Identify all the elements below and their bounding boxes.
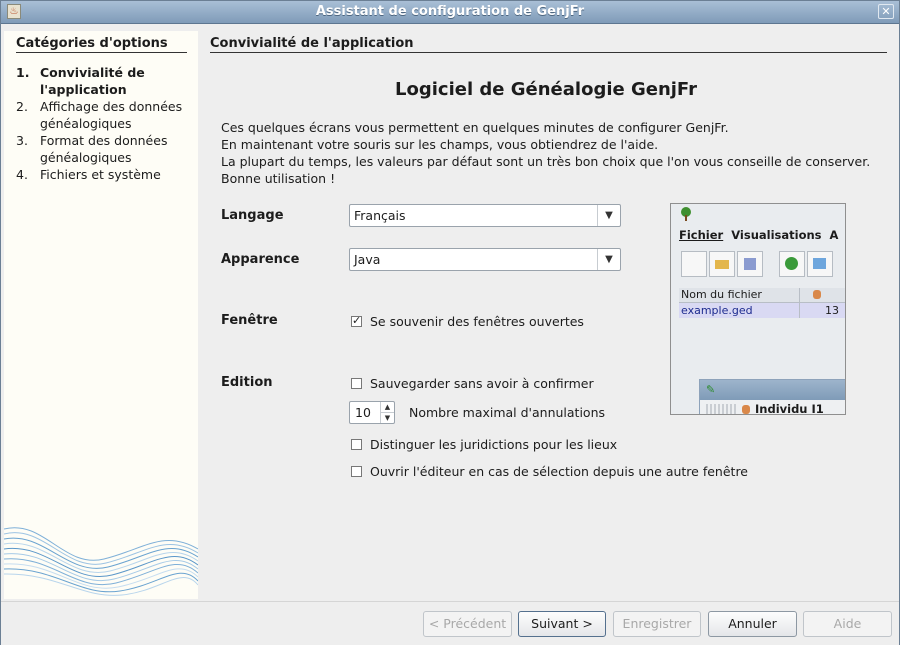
step-4: 4. Fichiers et système [16,167,194,184]
save-icon [737,251,763,277]
undo-value: 10 [355,405,371,420]
window-label: Fenêtre [221,313,278,328]
help-button[interactable]: Aide [803,611,892,637]
page-heading: Logiciel de Généalogie GenjFr [395,79,697,100]
intro-text: Ces quelques écrans vous permettent en q… [221,119,870,187]
preview-table-header: Nom du fichier [679,288,845,303]
undo-stepper[interactable]: 10 ▲ ▼ [349,401,395,424]
open-folder-icon [709,251,735,277]
close-icon[interactable]: ✕ [878,4,894,19]
content-panel: Convivialité de l'application Logiciel d… [206,31,896,599]
sidebar: Catégories d'options 1. Convivialité de … [4,31,198,599]
language-select[interactable]: Français ▼ [349,204,621,227]
step-label: Convivialité de l'application [40,65,145,97]
checkbox-box[interactable]: ✓ [351,314,362,327]
window-title: Assistant de configuration de GenjFr [315,4,585,19]
preview-editor-window: ✎ Individu I1 [699,379,845,415]
stepper-up-icon[interactable]: ▲ [380,402,394,413]
save-without-confirm-checkbox[interactable]: Sauvegarder sans avoir à confirmer [351,376,594,391]
preview-field-row [699,416,844,436]
step-label: Format des données généalogiques [40,133,168,165]
wizard-window: ♨ Assistant de configuration de GenjFr ✕… [0,0,900,645]
step-number: 4. [16,167,28,182]
language-label: Langage [221,208,284,223]
person-icon [742,405,750,414]
menu-item: A [829,228,839,242]
appearance-value: Java [354,252,381,267]
step-3: 3. Format des données généalogiques [16,133,194,166]
preview-table-row: example.ged 13 [679,303,845,318]
step-2: 2. Affichage des données généalogiques [16,99,194,132]
menu-item: Fichier [679,228,724,242]
steps-list: 1. Convivialité de l'application 2. Affi… [16,65,194,185]
checkbox-box[interactable] [351,378,362,389]
step-number: 3. [16,133,28,148]
step-label: Fichiers et système [40,167,161,182]
distinguish-jurisdictions-checkbox[interactable]: Distinguer les juridictions pour les lie… [351,437,617,452]
button-bar: < Précédent Suivant > Enregistrer Annule… [1,601,899,645]
preview-toolbar [679,249,845,279]
editor-title-bar: ✎ [700,380,845,400]
intro-line: Ces quelques écrans vous permettent en q… [221,120,729,135]
preview-menubar: Fichier Visualisations A [679,228,838,242]
edition-label: Edition [221,375,273,390]
count-cell: 13 [825,304,839,317]
globe-icon [779,251,805,277]
checkbox-label: Se souvenir des fenêtres ouvertes [370,314,584,329]
decorative-waves [4,527,198,596]
checkmark-icon: ✓ [352,314,362,327]
editor-title: Individu I1 [755,402,824,415]
column-header: Nom du fichier [681,288,762,301]
next-button[interactable]: Suivant > [518,611,606,637]
pencil-icon: ✎ [706,383,716,396]
checkbox-label: Distinguer les juridictions pour les lie… [370,437,618,452]
stepper-down-icon[interactable]: ▼ [380,413,394,423]
step-number: 2. [16,99,28,114]
previous-button[interactable]: < Précédent [423,611,512,637]
file-name-cell: example.ged [681,304,753,317]
appearance-label: Apparence [221,252,300,267]
appearance-preview: Fichier Visualisations A Nom du fichier [670,203,846,415]
sidebar-title: Catégories d'options [16,36,187,53]
chevron-down-icon[interactable]: ▼ [597,249,620,270]
title-bar[interactable]: ♨ Assistant de configuration de GenjFr ✕ [1,1,899,24]
person-icon [813,290,821,299]
undo-label: Nombre maximal d'annulations [409,405,606,420]
step-1: 1. Convivialité de l'application [16,65,194,98]
window-icon [807,251,833,277]
cancel-button[interactable]: Annuler [708,611,797,637]
checkbox-box[interactable] [351,466,362,477]
checkbox-box[interactable] [351,439,362,450]
step-label: Affichage des données généalogiques [40,99,183,131]
open-editor-checkbox[interactable]: Ouvrir l'éditeur en cas de sélection dep… [351,464,748,479]
remember-windows-checkbox[interactable]: ✓ Se souvenir des fenêtres ouvertes [351,314,584,329]
intro-line: La plupart du temps, les valeurs par déf… [221,154,871,169]
section-title: Convivialité de l'application [210,36,887,53]
language-value: Français [354,208,406,223]
chevron-down-icon[interactable]: ▼ [597,205,620,226]
checkbox-label: Sauvegarder sans avoir à confirmer [370,376,594,391]
intro-line: Bonne utilisation ! [221,171,336,186]
save-button[interactable]: Enregistrer [613,611,701,637]
appearance-select[interactable]: Java ▼ [349,248,621,271]
checkbox-label: Ouvrir l'éditeur en cas de sélection dep… [370,464,748,479]
new-file-icon [681,251,707,277]
grip-icon [706,404,736,414]
menu-item: Visualisations [731,228,822,242]
tree-icon [679,207,693,221]
step-number: 1. [16,65,30,80]
intro-line: En maintenant votre souris sur les champ… [221,137,659,152]
